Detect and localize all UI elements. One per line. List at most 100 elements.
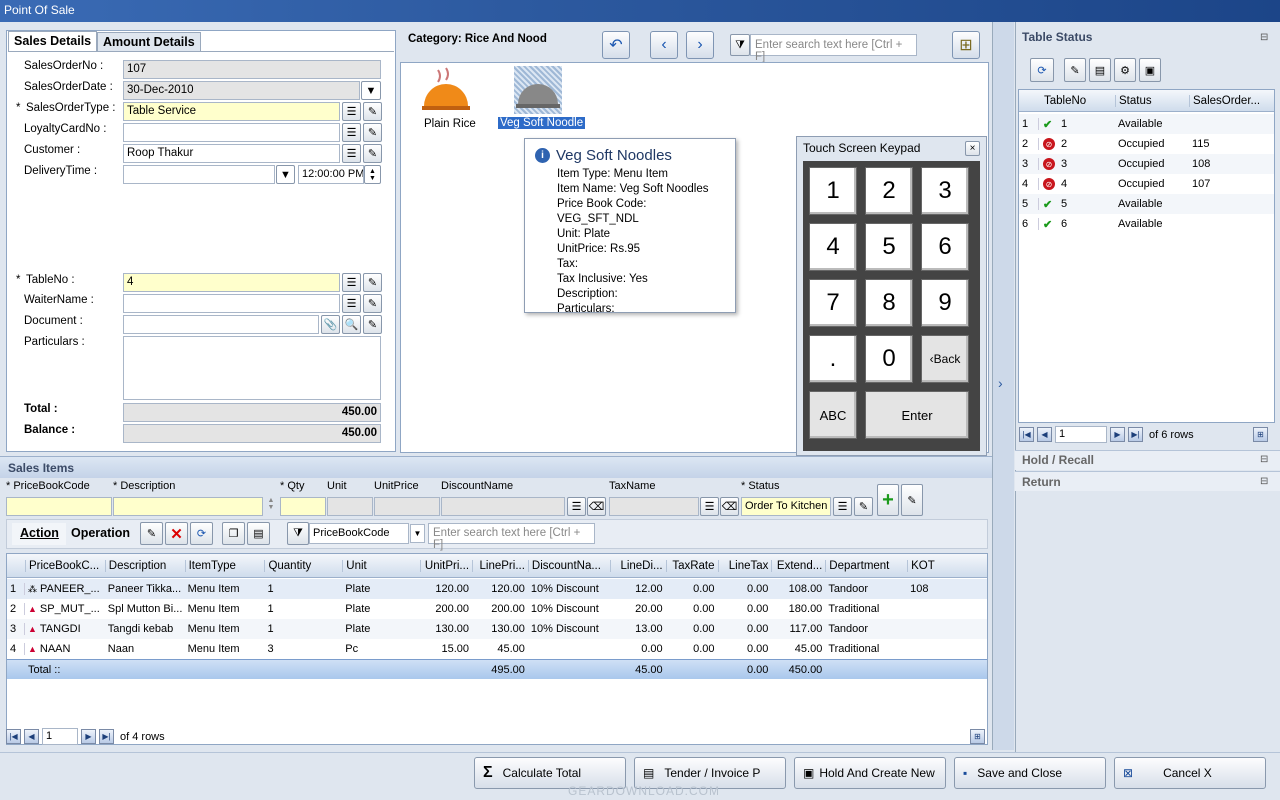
table-page-input[interactable]: 1	[1055, 426, 1107, 443]
keypad-key[interactable]: 4	[809, 223, 857, 271]
items-col-header[interactable]: Quantity	[264, 559, 342, 572]
grid-options-icon[interactable]: ⊞	[1253, 427, 1268, 442]
keypad-key[interactable]: 9	[921, 279, 969, 327]
customer-field[interactable]: Roop Thakur	[123, 144, 340, 163]
pin-icon[interactable]: ⊟	[1260, 32, 1268, 43]
keypad-key[interactable]: 1	[809, 167, 857, 215]
sales-order-type-field[interactable]: Table Service	[123, 102, 340, 121]
filter-column-select[interactable]: PriceBookCode	[309, 523, 409, 544]
table-status-row[interactable]: 1 ✔ 1 Available	[1019, 114, 1274, 134]
sales-order-type-edit-button[interactable]: ✎	[363, 102, 382, 121]
grid-options-icon[interactable]: ⊞	[970, 729, 985, 744]
hold-create-new-button[interactable]: ▣ Hold And Create New	[794, 757, 946, 789]
items-col-header[interactable]: Department	[825, 559, 907, 572]
keypad-enter-key[interactable]: Enter	[865, 391, 969, 439]
plain-rice-label[interactable]: Plain Rice	[424, 118, 476, 130]
sales-order-type-list-button[interactable]: ☰	[342, 102, 361, 121]
table-status-row[interactable]: 2 ⊘ 2 Occupied 115	[1019, 134, 1274, 154]
loyalty-edit-button[interactable]: ✎	[363, 123, 382, 142]
category-search-input[interactable]: Enter search text here [Ctrl + F]	[750, 34, 917, 63]
next-page-button[interactable]: ▶	[81, 729, 96, 744]
items-col-header[interactable]: Extend...	[771, 559, 825, 572]
action-menu[interactable]: Action	[12, 523, 66, 545]
customer-edit-button[interactable]: ✎	[363, 144, 382, 163]
table-monitor-button[interactable]: ▣	[1139, 58, 1161, 82]
pin-icon[interactable]: ⊟	[1260, 454, 1268, 465]
items-col-header[interactable]: LineDi...	[609, 559, 666, 572]
table-document-button[interactable]: ▤	[1089, 58, 1111, 82]
veg-soft-noodle-label[interactable]: Veg Soft Noodle	[498, 117, 586, 129]
time-spinner[interactable]: ▲ ▼	[364, 165, 381, 184]
attach-button[interactable]: 📎	[321, 315, 340, 334]
items-col-header[interactable]: Description	[104, 559, 185, 572]
keypad-abc-key[interactable]: ABC	[809, 391, 857, 439]
keypad-key[interactable]: .	[809, 335, 857, 383]
table-status-row[interactable]: 5 ✔ 5 Available	[1019, 194, 1274, 214]
entry-desc-field[interactable]	[113, 497, 263, 516]
entry-status-field[interactable]: Order To Kitchen	[741, 497, 831, 516]
table-no-edit-button[interactable]: ✎	[363, 273, 382, 292]
keypad-key[interactable]: ‹Back	[921, 335, 969, 383]
entry-qty-field[interactable]	[280, 497, 326, 516]
edit-item-button[interactable]: ✎	[901, 484, 923, 516]
row-delete-button[interactable]: ✕	[165, 522, 188, 545]
items-col-header[interactable]: Unit	[342, 559, 420, 572]
prev-category-button[interactable]: ‹	[650, 31, 678, 59]
keypad-key[interactable]: 7	[809, 279, 857, 327]
last-page-button[interactable]: ▶|	[1128, 427, 1143, 442]
cancel-button[interactable]: ⊠ Cancel X	[1114, 757, 1266, 789]
items-search-input[interactable]: Enter search text here [Ctrl + F]	[428, 523, 595, 551]
discount-eraser-button[interactable]: ⌫	[587, 497, 606, 516]
copy-button[interactable]: ❐	[222, 522, 245, 545]
first-page-button[interactable]: |◀	[1019, 427, 1034, 442]
table-row[interactable]: 1 ⁂ PANEER_... Paneer Tikka... Menu Item 1 Pla…	[7, 579, 987, 599]
undo-button[interactable]: ↶	[602, 31, 630, 59]
first-page-button[interactable]: |◀	[6, 729, 21, 744]
table-status-row[interactable]: 4 ⊘ 4 Occupied 107	[1019, 174, 1274, 194]
prev-page-button[interactable]: ◀	[24, 729, 39, 744]
items-filter-button[interactable]: ⧩	[287, 522, 309, 545]
loyalty-card-field[interactable]	[123, 123, 340, 142]
waiter-list-button[interactable]: ☰	[342, 294, 361, 313]
table-no-field[interactable]: 4	[123, 273, 340, 292]
entry-tax-field[interactable]	[609, 497, 699, 516]
waiter-edit-button[interactable]: ✎	[363, 294, 382, 313]
last-page-button[interactable]: ▶|	[99, 729, 114, 744]
filter-button[interactable]: ⧩	[730, 34, 750, 56]
table-row[interactable]: 3 ▲ TANGDI Tangdi kebab Menu Item 1 Plate 130.0…	[7, 619, 987, 639]
refresh-button[interactable]: ⟳	[1030, 58, 1054, 82]
table-edit-button[interactable]: ✎	[1064, 58, 1086, 82]
date-dropdown-button[interactable]: ▼	[361, 81, 381, 100]
status-edit-button[interactable]: ✎	[854, 497, 873, 516]
desc-spinner[interactable]: ▲ ▼	[264, 497, 278, 516]
row-edit-button[interactable]: ✎	[140, 522, 163, 545]
hold-recall-section[interactable]: Hold / Recall	[1022, 453, 1094, 467]
panel-splitter[interactable]: ›	[992, 22, 1014, 750]
discount-list-button[interactable]: ☰	[567, 497, 586, 516]
save-close-button[interactable]: ▪ Save and Close	[954, 757, 1106, 789]
particulars-textarea[interactable]	[123, 336, 381, 400]
keypad-key[interactable]: 3	[921, 167, 969, 215]
items-col-header[interactable]: PriceBookC...	[24, 559, 105, 572]
col-status[interactable]: Status	[1115, 94, 1189, 107]
table-row[interactable]: 4 ▲ NAAN Naan Menu Item 3 Pc 15.00 45.00 0.00 0.00…	[7, 639, 987, 659]
customer-list-button[interactable]: ☰	[342, 144, 361, 163]
add-item-button[interactable]: +	[877, 484, 899, 516]
items-col-header[interactable]: UnitPri...	[420, 559, 472, 572]
sales-order-date-field[interactable]: 30-Dec-2010	[123, 81, 360, 100]
keypad-close-button[interactable]: ×	[965, 140, 980, 156]
veg-soft-noodle-item[interactable]	[514, 66, 562, 114]
keypad-key[interactable]: 5	[865, 223, 913, 271]
items-col-header[interactable]: KOT	[907, 559, 987, 572]
table-status-row[interactable]: 6 ✔ 6 Available	[1019, 214, 1274, 234]
items-col-header[interactable]: LineTax	[717, 559, 772, 572]
table-tools-button[interactable]: ⚙	[1114, 58, 1136, 82]
items-col-header[interactable]: TaxRate	[665, 559, 718, 572]
table-row[interactable]: 2 ▲ SP_MUT_... Spl Mutton Bi... Menu Item 1 Pl…	[7, 599, 987, 619]
next-category-button[interactable]: ›	[686, 31, 714, 59]
entry-pbc-field[interactable]	[6, 497, 112, 516]
plain-rice-item[interactable]	[420, 66, 472, 114]
pin-icon[interactable]: ⊟	[1260, 476, 1268, 487]
delivery-time-field[interactable]: 12:00:00 PM	[298, 165, 364, 184]
row-refresh-button[interactable]: ⟳	[190, 522, 213, 545]
